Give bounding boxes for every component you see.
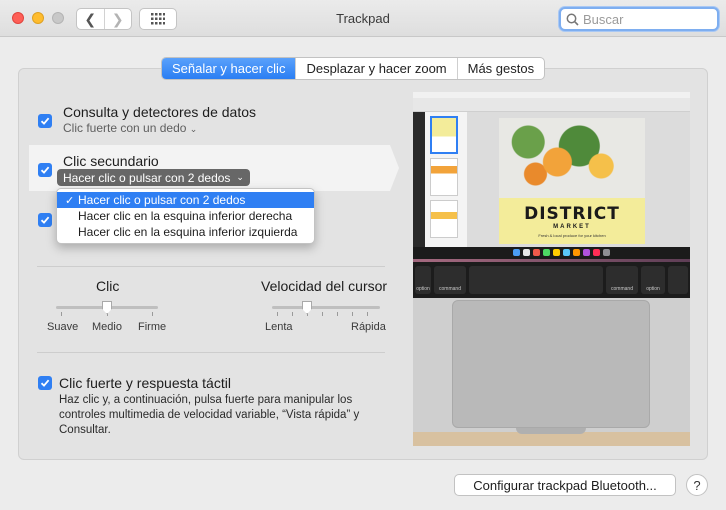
lookup-gesture-label: Clic fuerte con un dedo <box>63 121 187 135</box>
fruit-image <box>499 118 645 198</box>
help-button[interactable]: ? <box>686 474 708 496</box>
chevron-down-icon: ⌄ <box>236 172 244 182</box>
preview-doc-subtitle: MARKET <box>553 224 591 230</box>
tick <box>277 312 278 316</box>
configure-bluetooth-trackpad-button[interactable]: Configurar trackpad Bluetooth... <box>454 474 676 496</box>
tab-bar: Señalar y hacer clic Desplazar y hacer z… <box>161 57 546 80</box>
tracking-speed-slider[interactable] <box>272 306 380 309</box>
tick-label-firm: Firme <box>138 321 167 333</box>
secondary-click-popup[interactable]: Hacer clic o pulsar con 2 dedos ⌄ <box>57 169 250 186</box>
chevron-down-icon: ⌄ <box>189 124 198 134</box>
tick-label-fast: Rápida <box>351 321 386 333</box>
checkmark-icon: ✓ <box>65 194 75 207</box>
lookup-gesture-popup[interactable]: Clic fuerte con un dedo ⌄ <box>63 121 197 135</box>
checkmark-icon <box>40 216 50 224</box>
lookup-title: Consulta y detectores de datos <box>63 104 257 120</box>
preview-keyboard: option command command option <box>413 262 690 298</box>
checkmark-icon <box>40 117 50 125</box>
force-click-checkbox[interactable] <box>38 376 52 390</box>
tab-point-and-click[interactable]: Señalar y hacer clic <box>162 58 296 79</box>
tick-label-medium: Medio <box>92 321 122 333</box>
tick <box>337 312 338 316</box>
tick <box>61 312 62 316</box>
tick-label-slow: Lenta <box>265 321 293 333</box>
divider <box>37 266 385 267</box>
divider <box>37 352 385 353</box>
preview-key-command-right: command <box>611 286 633 292</box>
preview-key-option-right: option <box>646 286 660 292</box>
menu-item-label: Hacer clic en la esquina inferior derech… <box>78 209 293 223</box>
tick <box>367 312 368 316</box>
tick <box>352 312 353 316</box>
search-input[interactable] <box>583 11 713 27</box>
tick-label-soft: Suave <box>47 321 79 333</box>
preview-key-option-left: option <box>416 286 430 292</box>
checkmark-icon <box>40 379 50 387</box>
preview-doc-title: DISTRICT <box>524 204 620 224</box>
preview-doc-tagline: Fresh & local produce for your kitchen <box>538 233 606 238</box>
preview-key-command-left: command <box>439 286 461 292</box>
secondary-click-menu: ✓ Hacer clic o pulsar con 2 dedos Hacer … <box>56 188 315 244</box>
checkmark-icon <box>40 166 50 174</box>
menu-item-bottom-left[interactable]: Hacer clic en la esquina inferior izquie… <box>57 224 314 240</box>
preview-desk <box>413 432 690 446</box>
tap-to-click-checkbox[interactable] <box>38 213 52 227</box>
preview-document: DISTRICT MARKET Fresh & local produce fo… <box>499 118 645 244</box>
search-box[interactable] <box>559 7 719 31</box>
lookup-checkbox[interactable] <box>38 114 52 128</box>
preview-page-thumbnails <box>425 112 467 247</box>
preview-trackpad <box>452 300 650 428</box>
preview-screen: DISTRICT MARKET Fresh & local produce fo… <box>413 92 690 252</box>
title-bar: ❮ ❯ Trackpad <box>0 0 726 37</box>
gesture-preview-video: DISTRICT MARKET Fresh & local produce fo… <box>413 92 690 446</box>
tick <box>292 312 293 316</box>
secondary-click-checkbox[interactable] <box>38 163 52 177</box>
menu-item-label: Hacer clic o pulsar con 2 dedos <box>78 193 246 207</box>
tracking-speed-label: Velocidad del cursor <box>261 278 388 294</box>
menu-item-label: Hacer clic en la esquina inferior izquie… <box>78 225 298 239</box>
tab-more-gestures[interactable]: Más gestos <box>456 58 544 79</box>
preview-dock <box>413 247 690 259</box>
force-click-title: Clic fuerte y respuesta táctil <box>59 375 231 391</box>
search-icon <box>566 13 579 26</box>
tick <box>322 312 323 316</box>
force-click-description: Haz clic y, a continuación, pulsa fuerte… <box>59 394 360 436</box>
menu-item-bottom-right[interactable]: Hacer clic en la esquina inferior derech… <box>57 208 314 224</box>
menu-item-two-fingers[interactable]: ✓ Hacer clic o pulsar con 2 dedos <box>57 192 314 208</box>
secondary-click-title: Clic secundario <box>63 153 159 169</box>
secondary-click-value: Hacer clic o pulsar con 2 dedos <box>63 170 231 185</box>
click-pressure-label: Clic <box>96 278 120 294</box>
tab-scroll-and-zoom[interactable]: Desplazar y hacer zoom <box>295 58 456 79</box>
tick <box>152 312 153 316</box>
preview-spacebar <box>469 266 603 294</box>
